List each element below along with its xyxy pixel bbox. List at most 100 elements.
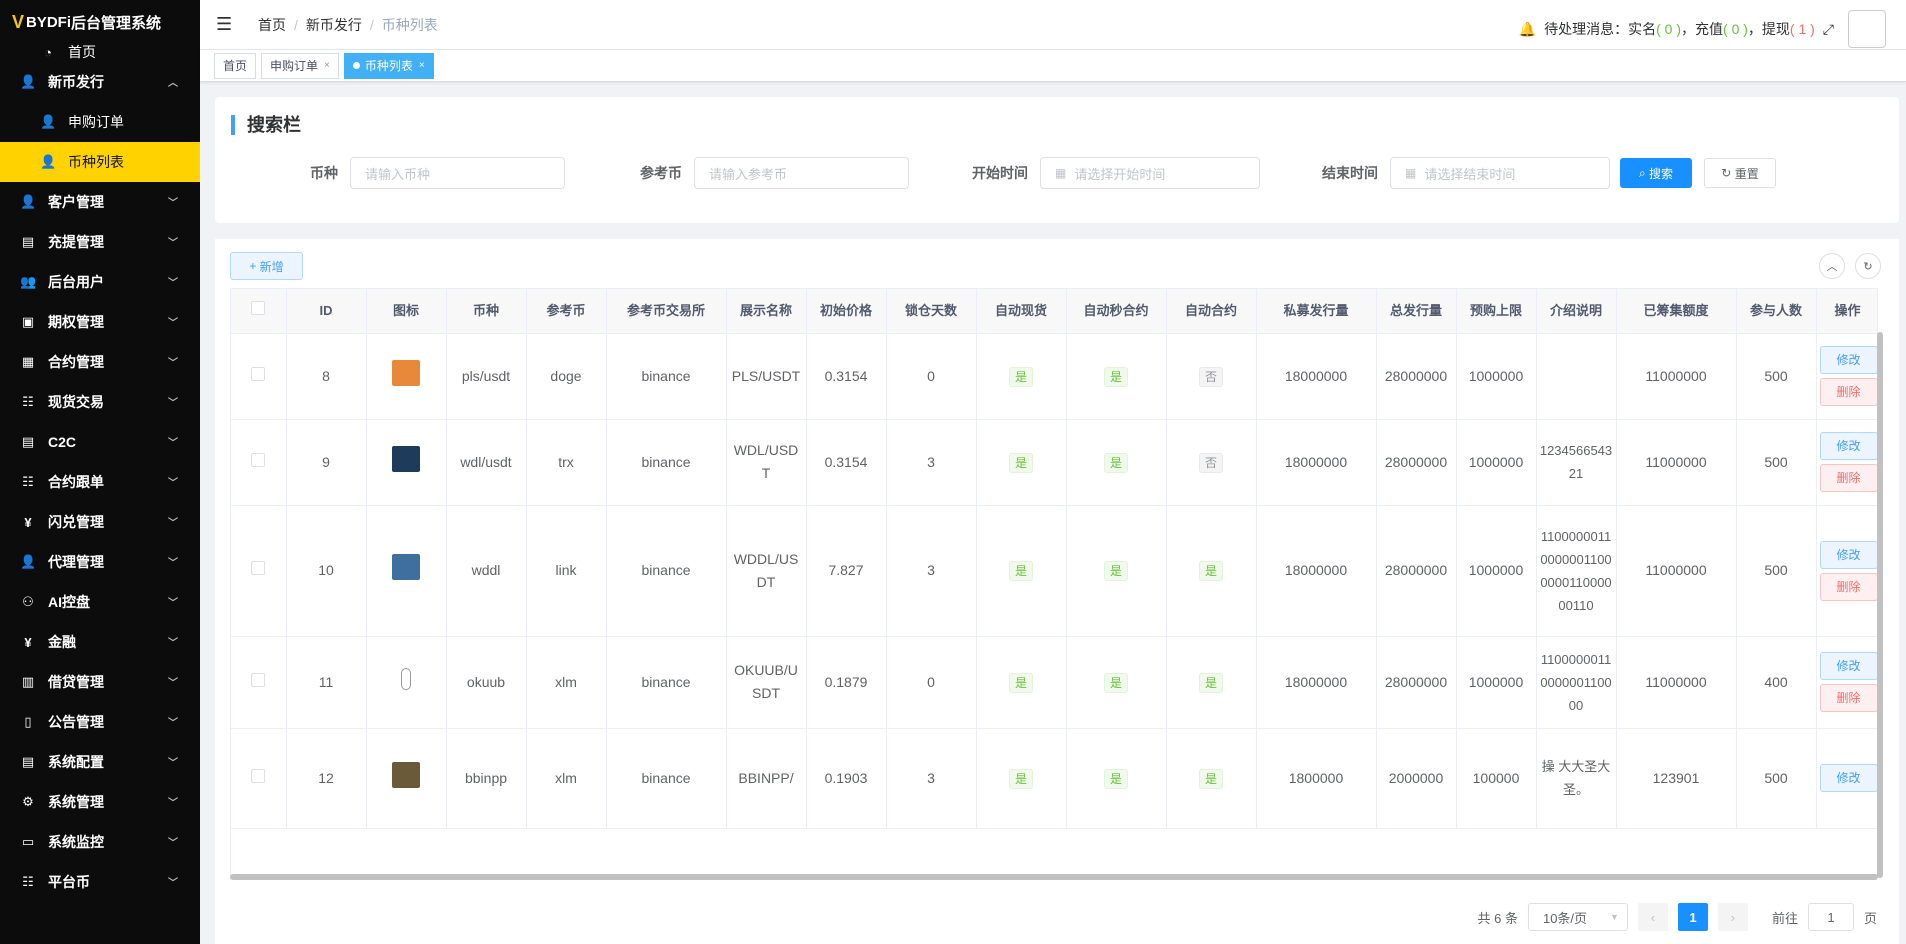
sidebar-item-1[interactable]: 👤 申购订单 (0, 102, 200, 142)
cell-intro: 123456654321 (1536, 419, 1617, 506)
row-checkbox[interactable] (251, 561, 266, 575)
column-header: 参考币交易所 (606, 289, 727, 334)
breadcrumb-home[interactable]: 首页 (258, 17, 286, 33)
sidebar-item-20[interactable]: ☷ 平台币 ﹀ (0, 862, 200, 902)
sidebar-item-16[interactable]: ▯ 公告管理 ﹀ (0, 702, 200, 742)
table-card: + 新增 ︿ ↻ ID 图标 币种 参考币 参考币交易所 展示名称 初始价格 锁仓天数 自动现货… (215, 239, 1899, 944)
goto-page-input[interactable]: 1 (1807, 903, 1854, 931)
sidebar-item-9[interactable]: ▤ C2C ﹀ (0, 422, 200, 462)
chevron-down-icon: ﹀ (168, 278, 178, 289)
cell-spot: 是 (976, 728, 1067, 829)
sidebar-item-4[interactable]: ▤ 充提管理 ﹀ (0, 222, 200, 262)
edit-button[interactable]: 修改 (1819, 540, 1877, 569)
cell-private: 18000000 (1256, 505, 1377, 637)
cell-ref: xlm (526, 636, 607, 729)
row-checkbox[interactable] (251, 452, 266, 467)
robot-icon: ⚇ (22, 594, 34, 609)
cell-spot: 是 (976, 419, 1067, 506)
search-button[interactable]: ⌕ 搜索 (1620, 158, 1692, 188)
column-header: 自动现货 (976, 289, 1067, 334)
prev-page-button[interactable]: ‹ (1637, 903, 1668, 931)
row-checkbox[interactable] (251, 768, 266, 783)
pending-messages[interactable]: 待处理消息：实名( 0 )，充值( 0 )，提现( 1 ) (1544, 19, 1815, 39)
fullscreen-icon[interactable]: ⤢ (1823, 21, 1834, 38)
page-size-select[interactable]: 10条/页 ▼ (1527, 903, 1628, 931)
sidebar-item-13[interactable]: ⚇ AI控盘 ﹀ (0, 582, 200, 622)
bell-icon[interactable]: 🔔 (1519, 21, 1536, 38)
sidebar-item-14[interactable]: ¥ 金融 ﹀ (0, 622, 200, 662)
sidebar-item-8[interactable]: ☷ 现货交易 ﹀ (0, 382, 200, 422)
sidebar-item-home[interactable]: ◔ 首页 (0, 42, 200, 62)
close-icon[interactable]: × (419, 60, 425, 71)
cell-raised: 11000000 (1616, 636, 1737, 729)
avatar[interactable] (1848, 10, 1886, 48)
sidebar-item-label: 系统监控 (48, 834, 104, 850)
add-button[interactable]: + 新增 (230, 252, 303, 280)
start-time-input[interactable]: ▦ 请选择开始时间 (1040, 157, 1260, 189)
edit-button[interactable]: 修改 (1819, 764, 1877, 792)
status-badge: 是 (1198, 672, 1223, 693)
delete-button[interactable]: 删除 (1819, 572, 1877, 601)
tag-subscription-orders[interactable]: 申购订单 × (261, 52, 339, 79)
tag-coin-list[interactable]: 币种列表 × (343, 52, 434, 79)
tag-home[interactable]: 首页 (214, 52, 257, 79)
row-checkbox-cell (231, 505, 287, 637)
sidebar-item-10[interactable]: ☷ 合约跟单 ﹀ (0, 462, 200, 502)
sidebar-item-2[interactable]: 👤 币种列表 (0, 142, 200, 182)
hamburger-icon[interactable]: ☰ (216, 14, 236, 35)
sidebar-item-11[interactable]: ¥ 闪兑管理 ﹀ (0, 502, 200, 542)
cell-icon (366, 333, 447, 420)
chevron-down-icon: ﹀ (168, 198, 178, 209)
column-header: 锁仓天数 (886, 289, 977, 334)
sidebar-item-18[interactable]: ⚙ 系统管理 ﹀ (0, 782, 200, 822)
delete-button[interactable]: 删除 (1819, 464, 1877, 492)
monitor-icon: ▭ (21, 834, 35, 849)
cell-price: 0.1879 (806, 636, 887, 729)
coin-input[interactable]: 请输入币种 (350, 157, 565, 189)
sidebar-item-6[interactable]: ▣ 期权管理 ﹀ (0, 302, 200, 342)
page-button[interactable]: 1 (1677, 903, 1708, 931)
sidebar-item-3[interactable]: 👤 客户管理 ﹀ (0, 182, 200, 222)
sidebar-item-15[interactable]: ▥ 借贷管理 ﹀ (0, 662, 200, 702)
cell-total: 28000000 (1376, 419, 1457, 506)
chevron-down-icon: ﹀ (168, 798, 178, 809)
sidebar-item-12[interactable]: 👤 代理管理 ﹀ (0, 542, 200, 582)
row-checkbox[interactable] (251, 672, 266, 687)
delete-button[interactable]: 删除 (1819, 684, 1877, 712)
cell-spot: 是 (976, 505, 1067, 637)
sidebar-item-label: 闪兑管理 (48, 514, 104, 530)
sidebar-item-5[interactable]: 👥 后台用户 ﹀ (0, 262, 200, 302)
column-header: 自动秒合约 (1066, 289, 1167, 334)
delete-button[interactable]: 删除 (1819, 378, 1877, 406)
sidebar-item-0[interactable]: 👤 新币发行 ︿ (0, 62, 200, 102)
refresh-button[interactable]: ↻ (1855, 253, 1881, 279)
cell-raised: 11000000 (1616, 419, 1737, 506)
vertical-scrollbar[interactable] (1877, 332, 1883, 878)
cell-price: 7.827 (806, 505, 887, 637)
ref-input[interactable]: 请输入参考币 (694, 157, 909, 189)
row-checkbox-cell (231, 333, 287, 420)
reset-button[interactable]: ↻ 重置 (1704, 158, 1776, 188)
edit-button[interactable]: 修改 (1819, 432, 1877, 460)
breadcrumb-newcoin[interactable]: 新币发行 (306, 17, 362, 33)
collapse-search-button[interactable]: ︿ (1819, 253, 1845, 279)
edit-button[interactable]: 修改 (1819, 346, 1877, 374)
search-panel: 搜索栏 币种 请输入币种 参考币 请输入参考币 开始时间 ▦ 请选择开始时间 结束… (215, 97, 1899, 223)
cell-spot: 是 (976, 333, 1067, 420)
select-all-checkbox[interactable] (251, 301, 266, 316)
cell-ref: link (526, 505, 607, 637)
edit-button[interactable]: 修改 (1819, 652, 1877, 680)
next-page-button[interactable]: › (1717, 903, 1748, 931)
search-title: 搜索栏 (231, 115, 301, 135)
sidebar-item-7[interactable]: ▦ 合约管理 ﹀ (0, 342, 200, 382)
end-time-input[interactable]: ▦ 请选择结束时间 (1390, 157, 1610, 189)
row-checkbox[interactable] (251, 366, 266, 381)
cell-coin: pls/usdt (446, 333, 527, 420)
chevron-right-icon: › (1730, 909, 1736, 925)
close-icon[interactable]: × (324, 60, 330, 71)
horizontal-scrollbar[interactable] (230, 874, 1878, 880)
sidebar-item-19[interactable]: ▭ 系统监控 ﹀ (0, 822, 200, 862)
cell-exchange: binance (606, 728, 727, 829)
chevron-down-icon: ﹀ (168, 398, 178, 409)
sidebar-item-17[interactable]: ▤ 系统配置 ﹀ (0, 742, 200, 782)
